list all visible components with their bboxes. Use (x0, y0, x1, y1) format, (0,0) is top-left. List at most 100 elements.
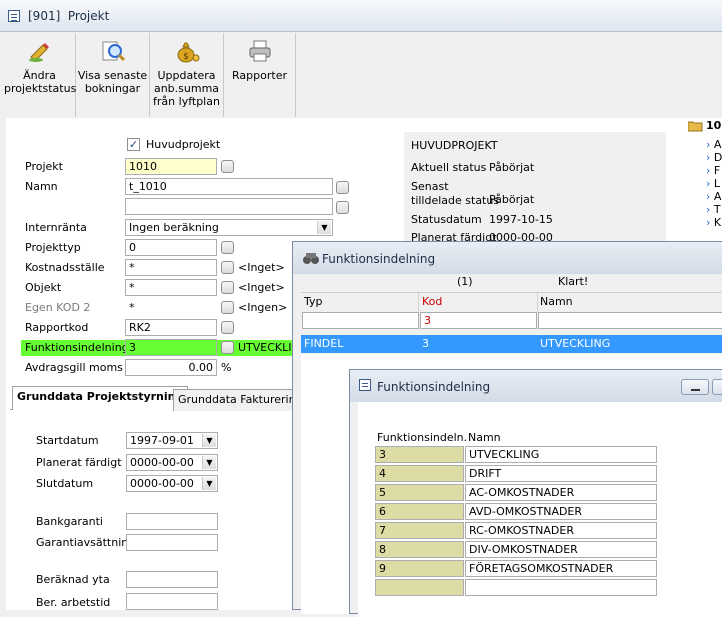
chevron-down-icon[interactable]: ▼ (317, 221, 331, 234)
window-icon (359, 379, 371, 391)
funktion-kod-cell[interactable]: 4 (375, 465, 464, 482)
startdatum-label: Startdatum (36, 434, 99, 447)
funktion-kod-cell[interactable]: 8 (375, 541, 464, 558)
bankgaranti-input[interactable] (126, 513, 218, 530)
rapportkod-button[interactable] (221, 321, 234, 334)
info-heading: HUVUDPROJEKT (411, 139, 498, 152)
tree-item[interactable]: › L (706, 177, 722, 190)
uppdatera-anbsumma-button[interactable]: $ Uppdatera anb.summa från lyftplan (150, 33, 224, 117)
row-namn: UTVECKLING (540, 337, 611, 350)
window-titlebar[interactable]: [901] Projekt (0, 0, 722, 32)
planerat-input[interactable]: 0000-00-00 ▼ (126, 454, 218, 471)
funktion-kod-cell[interactable]: 6 (375, 503, 464, 520)
tree-root-label[interactable]: 10 (706, 119, 721, 132)
printer-icon (249, 40, 270, 62)
internranta-select[interactable]: Ingen beräkning ▼ (125, 219, 333, 236)
tab-grunddata-fakturering[interactable]: Grunddata Fakturering (173, 389, 308, 411)
funktion-namn-cell[interactable]: FÖRETAGSOMKOSTNADER (465, 560, 657, 577)
tree-item[interactable]: › K (706, 216, 722, 229)
kostnadsstalle-input[interactable]: * (125, 259, 217, 276)
funktion-namn-cell[interactable]: DRIFT (465, 465, 657, 482)
chevron-down-icon[interactable]: ▼ (202, 434, 216, 447)
rapporter-button[interactable]: Rapporter (224, 33, 296, 117)
slutdatum-input[interactable]: 0000-00-00 ▼ (126, 475, 218, 492)
funktion-kod-cell[interactable] (375, 579, 464, 596)
filter-kod-input[interactable]: 3 (420, 312, 537, 329)
funktion-button[interactable] (221, 341, 234, 354)
andra-projektstatus-button[interactable]: Ändra projektstatus (4, 33, 76, 117)
avdrag-input[interactable]: 0.00 (125, 359, 217, 376)
col-namn-header[interactable]: Namn (540, 295, 573, 308)
funktion-dialog[interactable]: Funktionsindelning Funktionsindeln. Namn… (349, 369, 722, 617)
tree-items: › A › D › F › L › A › T › K (706, 138, 722, 229)
funktion-namn-cell[interactable]: AVD-OMKOSTNADER (465, 503, 657, 520)
chevron-down-icon[interactable]: ▼ (202, 477, 216, 490)
rapportkod-input[interactable]: RK2 (125, 319, 217, 336)
garanti-input[interactable] (126, 534, 218, 551)
visa-senaste-bokningar-button[interactable]: Visa senaste bokningar (76, 33, 150, 117)
egenkod-button[interactable] (221, 301, 234, 314)
arbetstid-input[interactable] (126, 593, 218, 610)
funktion-note: UTVECKLI (238, 341, 292, 354)
funktion-kod-cell[interactable]: 7 (375, 522, 464, 539)
namn2-button[interactable] (336, 201, 349, 214)
tree-item[interactable]: › D (706, 151, 722, 164)
filter-namn-input[interactable] (538, 312, 722, 329)
yta-input[interactable] (126, 571, 218, 588)
funktion-namn-cell[interactable] (465, 579, 657, 596)
button-label: Visa senaste bokningar (77, 69, 148, 95)
huvudprojekt-checkbox[interactable]: ✓ (127, 138, 140, 151)
dialog-title: Funktionsindelning (377, 380, 491, 394)
yta-label: Beräknad yta (36, 573, 110, 586)
startdatum-value: 1997-09-01 (130, 434, 194, 447)
startdatum-input[interactable]: 1997-09-01 ▼ (126, 432, 218, 449)
garanti-label: Garantiavsättning (36, 536, 136, 549)
tab-grunddata-projektstyrning[interactable]: Grunddata Projektstyrning (12, 386, 189, 410)
col-typ-header[interactable]: Typ (304, 295, 323, 308)
kostnadsstalle-button[interactable] (221, 261, 234, 274)
chevron-right-icon: › (706, 151, 711, 164)
projekt-input[interactable]: 1010 (125, 158, 217, 175)
funktion-namn-cell[interactable]: DIV-OMKOSTNADER (465, 541, 657, 558)
tree-item[interactable]: › A (706, 138, 722, 151)
tree-item[interactable]: › A (706, 190, 722, 203)
namn-input[interactable]: t_1010 (125, 178, 333, 195)
tree-item[interactable]: › T (706, 203, 722, 216)
funktion-kod-cell[interactable]: 5 (375, 484, 464, 501)
projekt-lookup-button[interactable] (221, 160, 234, 173)
lookup-titlebar[interactable]: Funktionsindelning (293, 242, 722, 274)
objekt-label: Objekt (25, 281, 62, 294)
maximize-button[interactable] (712, 379, 722, 395)
column-divider (537, 292, 538, 312)
projekttyp-input[interactable]: 0 (125, 239, 217, 256)
dialog-titlebar[interactable]: Funktionsindelning (350, 370, 722, 402)
lookup-count: (1) (457, 275, 473, 288)
filter-typ-input[interactable] (302, 312, 419, 329)
rapportkod-label: Rapportkod (25, 321, 89, 334)
projekttyp-button[interactable] (221, 241, 234, 254)
funktion-namn-cell[interactable]: AC-OMKOSTNADER (465, 484, 657, 501)
objekt-button[interactable] (221, 281, 234, 294)
funktion-namn-cell[interactable]: UTVECKLING (465, 446, 657, 463)
chevron-down-icon[interactable]: ▼ (202, 456, 216, 469)
chevron-right-icon: › (706, 190, 711, 203)
namn2-input[interactable] (125, 198, 333, 215)
lookup-status: Klart! (558, 275, 589, 288)
funktion-kod-cell[interactable]: 9 (375, 560, 464, 577)
funktion-kod-cell[interactable]: 3 (375, 446, 464, 463)
egenkod-input[interactable]: * (125, 299, 217, 316)
tree-item[interactable]: › F (706, 164, 722, 177)
namn-button[interactable] (336, 181, 349, 194)
chevron-right-icon: › (706, 138, 711, 151)
avdrag-unit: % (221, 361, 232, 374)
chevron-right-icon: › (706, 164, 711, 177)
col-kod-header[interactable]: Kod (422, 295, 442, 308)
objekt-input[interactable]: * (125, 279, 217, 296)
minimize-button[interactable] (681, 379, 709, 395)
table-row[interactable]: FINDEL 3 UTVECKLING (301, 335, 722, 353)
minimize-icon (691, 389, 700, 391)
projekt-label: Projekt (25, 160, 63, 173)
funktion-namn-cell[interactable]: RC-OMKOSTNADER (465, 522, 657, 539)
arbetstid-label: Ber. arbetstid (36, 596, 111, 609)
funktion-input[interactable]: 3 (125, 339, 217, 356)
